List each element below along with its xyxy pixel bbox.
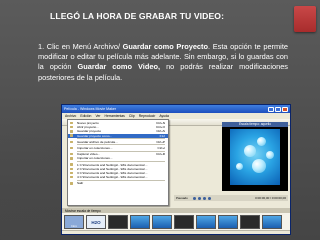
file-menu-item[interactable]: Importar en colecciones... Ctrl+I [68,146,168,150]
timeline-toggle[interactable]: Mostrar escala de tiempo [65,209,101,213]
bubble [252,159,266,173]
close-button[interactable] [282,106,288,112]
storyboard-clip[interactable] [196,215,216,229]
menu-ayuda[interactable]: Ayuda [159,114,169,118]
paragraph-text-1: 1. Clic en Menú Archivo/ [38,42,123,51]
movie-maker-screenshot: Película - Windows Movie Maker Archivo Ed… [61,104,291,235]
play-button[interactable] [192,196,196,200]
maximize-button[interactable] [275,106,281,112]
menu-archivo[interactable]: Archivo [65,114,76,118]
slide-title: LLEGÓ LA HORA DE GRABAR TU VIDEO: [50,11,225,21]
menu-item-label: Salir [77,181,84,186]
file-menu-item[interactable]: Salir [68,181,168,185]
bubble [266,151,274,159]
minimize-button[interactable] [268,106,274,112]
menu-item-shortcut: Ctrl+P [156,139,165,144]
preview-time: 0:00:00,00 / 0:00:00,00 [255,196,286,200]
storyboard-clip[interactable] [152,215,172,229]
file-menu-item[interactable]: Guardar archivo de película... Ctrl+P [68,140,168,144]
preview-status: Pausado [176,196,188,200]
file-menu-dropdown: Nuevo proyecto Ctrl+N Abrir proyecto... Ctr… [67,119,169,206]
menu-item-label: Importar en colecciones... [77,145,113,150]
menu-item-shortcut: Ctrl+I [157,145,165,150]
storyboard-clip[interactable] [130,215,150,229]
menu-item-label: Importar en colecciones... [77,156,113,161]
file-menu-item[interactable]: Importar en colecciones... [68,156,168,160]
preview-image [230,129,280,185]
bubble [236,163,243,170]
menu-herramientas[interactable]: Herramientas [105,114,125,118]
storyboard-clip[interactable]: Intro [64,215,84,229]
menu-ver[interactable]: Ver [95,114,100,118]
preview-caption: Escala tiempo: aquello [222,122,288,127]
storyboard-clip[interactable] [218,215,238,229]
slide-paragraph: 1. Clic en Menú Archivo/ Guardar como Pr… [38,42,288,83]
menu-item-label: Guardar proyecto como... [77,133,113,138]
storyboard-clip[interactable]: H2O [86,215,106,229]
paragraph-bold-2: Guardar como Video, [77,62,161,72]
storyboard-clip[interactable] [262,215,282,229]
app-statusbar [62,230,290,234]
bubble [257,137,266,146]
window-buttons [268,106,288,112]
storyboard-clip[interactable] [174,215,194,229]
bubble [244,145,256,157]
menu-reproducir[interactable]: Reproducir [139,114,156,118]
prev-frame-button[interactable] [202,196,206,200]
menu-edición[interactable]: Edición [80,114,91,118]
storyboard-clip[interactable] [240,215,260,229]
menu-item-label: 4 C:\Documents and Settings\...\Mis docu… [77,175,148,180]
menu-item-label: Guardar archivo de película... [77,139,118,144]
menu-item-save-project-as[interactable]: Guardar proyecto como... F12 [68,133,168,138]
slide-logo [294,6,316,32]
app-window-title: Película - Windows Movie Maker [64,107,117,111]
stop-button[interactable] [197,196,201,200]
menu-item-shortcut: F12 [159,133,165,138]
preview-monitor: Escala tiempo: aquello [222,122,288,191]
file-menu-item[interactable]: 4 C:\Documents and Settings\...\Mis docu… [68,175,168,179]
storyboard-clip[interactable] [108,215,128,229]
next-frame-button[interactable] [207,196,211,200]
preview-controls: Pausado 0:00:00,00 / 0:00:00,00 [174,195,288,201]
paragraph-bold-1: Guardar como Proyecto [122,42,209,51]
app-titlebar: Película - Windows Movie Maker [62,105,290,113]
menu-clip[interactable]: Clip [129,114,135,118]
